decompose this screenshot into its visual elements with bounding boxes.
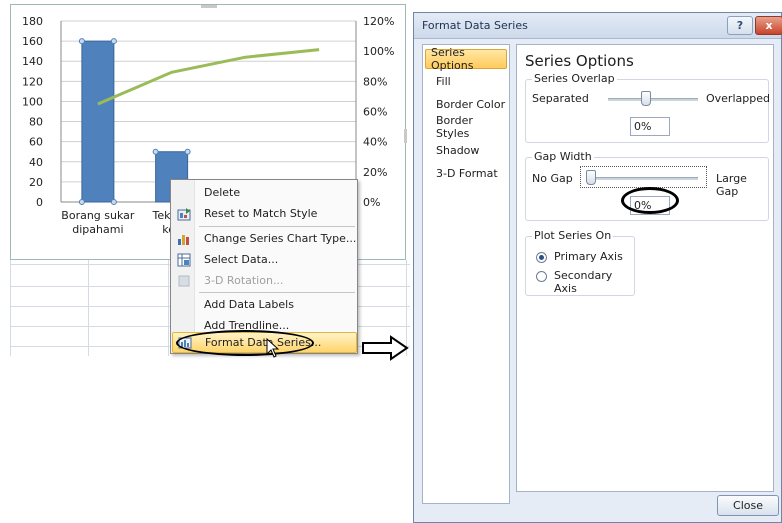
menu-item-select-data[interactable]: Select Data... — [172, 249, 357, 270]
nav-border-styles[interactable]: Border Styles — [425, 114, 507, 140]
format-data-series-dialog: Format Data Series ? x Series Options Fi… — [413, 12, 782, 523]
menu-item-label: Reset to Match Style — [204, 207, 318, 220]
sheet-col-line — [88, 260, 89, 356]
gap-width-legend: Gap Width — [532, 150, 594, 163]
annotation-ellipse — [621, 187, 679, 214]
bar-selection-handle — [78, 38, 85, 45]
menu-separator — [199, 226, 355, 227]
menu-item-label: 3-D Rotation... — [204, 274, 284, 287]
menu-item-label: Add Data Labels — [204, 298, 294, 311]
3d-rotation-icon — [172, 270, 196, 291]
reset-style-icon — [172, 203, 196, 224]
dialog-nav-list: Series Options Fill Border Color Border … — [422, 44, 510, 504]
chart-type-icon — [172, 228, 196, 249]
menu-item-3d-rotation: 3-D Rotation... — [172, 270, 357, 291]
y-tick-label: 140 — [22, 55, 43, 68]
y-tick-label: 120 — [22, 75, 43, 88]
menu-item-change-chart-type[interactable]: Change Series Chart Type... — [172, 228, 357, 249]
menu-item-add-data-labels[interactable]: Add Data Labels — [172, 294, 357, 315]
y2-tick-label: 100% — [363, 45, 394, 58]
y2-tick-label: 40% — [363, 136, 387, 149]
close-x-button[interactable]: x — [755, 16, 782, 35]
bar-selection-handle — [152, 148, 159, 155]
y-tick-label: 20 — [29, 176, 43, 189]
sheet-col-line — [10, 260, 11, 356]
nav-fill[interactable]: Fill — [425, 71, 507, 91]
bar — [81, 40, 115, 203]
menu-item-label: Change Series Chart Type... — [204, 232, 357, 245]
y-tick-label: 40 — [29, 156, 43, 169]
menu-separator — [199, 292, 355, 293]
blank-icon — [172, 182, 196, 203]
secondary-axis-label[interactable]: Secondary Axis — [554, 269, 634, 295]
y2-tick-label: 20% — [363, 166, 387, 179]
gap-slider-track[interactable] — [588, 177, 698, 180]
y-tick-label: 60 — [29, 136, 43, 149]
menu-item-delete[interactable]: Delete — [172, 182, 357, 203]
bar-selection-handle — [110, 38, 117, 45]
panel-title: Series Options — [525, 52, 634, 70]
bar-selection-handle — [110, 199, 117, 205]
select-data-icon — [172, 249, 196, 270]
gap-left-label: No Gap — [532, 172, 573, 185]
plot-series-on-legend: Plot Series On — [532, 229, 614, 242]
mouse-cursor-icon — [266, 338, 280, 358]
category-label: dipahami — [72, 223, 123, 236]
y2-tick-label: 0% — [363, 196, 380, 209]
overlap-left-label: Separated — [532, 92, 589, 105]
dialog-titlebar[interactable]: Format Data Series ? x — [414, 13, 782, 39]
nav-3d-format[interactable]: 3-D Format — [425, 163, 507, 183]
sheet-col-line — [168, 260, 169, 356]
y-tick-label: 80 — [29, 116, 43, 129]
context-menu: Delete Reset to Match Style Change Serie… — [170, 179, 358, 354]
help-button[interactable]: ? — [727, 16, 753, 35]
nav-border-color[interactable]: Border Color — [425, 94, 507, 114]
y-tick-label: 160 — [22, 35, 43, 48]
y-tick-label: 180 — [22, 15, 43, 28]
menu-item-reset-style[interactable]: Reset to Match Style — [172, 203, 357, 224]
y2-tick-label: 80% — [363, 75, 387, 88]
overlap-right-label: Overlapped — [706, 92, 770, 105]
overlap-slider-thumb[interactable] — [641, 91, 651, 106]
category-label: Borang sukar — [61, 209, 135, 222]
nav-shadow[interactable]: Shadow — [425, 140, 507, 160]
overlap-slider-track[interactable] — [608, 98, 698, 101]
annotation-ellipse — [176, 330, 314, 356]
spreadsheet-area: 180 160 140 120 100 80 60 40 20 0 120% 100% 80% 60% 40… — [0, 0, 412, 523]
primary-axis-radio[interactable] — [536, 252, 547, 263]
y2-tick-label: 60% — [363, 106, 387, 119]
close-button[interactable]: Close — [717, 495, 779, 516]
series-overlap-group: Series Overlap Separated Overlapped 0% — [525, 72, 770, 143]
nav-series-options[interactable]: Series Options — [425, 46, 507, 72]
y-tick-label: 0 — [36, 196, 43, 209]
bar-selection-handle — [78, 199, 85, 205]
primary-axis-label[interactable]: Primary Axis — [554, 250, 623, 263]
plot-series-on-group: Plot Series On Primary Axis Secondary Ax… — [525, 229, 635, 296]
blank-icon — [172, 294, 196, 315]
right-arrow-icon — [362, 335, 409, 361]
y2-tick-label: 120% — [363, 15, 394, 28]
gap-slider-thumb[interactable] — [586, 170, 596, 185]
secondary-axis-radio[interactable] — [536, 271, 547, 282]
dialog-title: Format Data Series — [422, 19, 528, 32]
overlap-value-input[interactable]: 0% — [630, 117, 670, 136]
y-tick-label: 100 — [22, 95, 43, 108]
bar-selection-handle — [184, 148, 191, 155]
cumulative-line — [97, 48, 320, 106]
series-overlap-legend: Series Overlap — [532, 72, 617, 85]
menu-item-label: Select Data... — [204, 253, 279, 266]
menu-item-label: Delete — [204, 186, 241, 199]
gap-right-label: Large Gap — [716, 172, 747, 198]
series-options-panel: Series Options Series Overlap Separated … — [516, 44, 774, 492]
